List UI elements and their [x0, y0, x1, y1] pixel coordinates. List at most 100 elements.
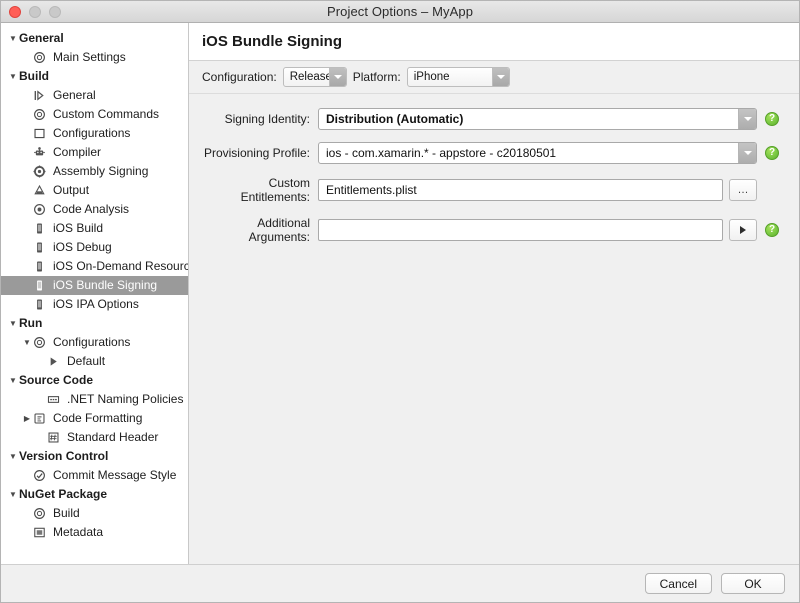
sidebar-item-label: iOS IPA Options — [53, 295, 139, 314]
custom-entitlements-browse-button[interactable]: … — [729, 179, 757, 201]
sidebar-item-label: General — [19, 29, 64, 48]
signing-identity-help-icon[interactable]: ? — [765, 112, 779, 126]
signing-identity-value: Distribution (Automatic) — [319, 112, 738, 126]
disclosure-spacer: ▼ — [21, 510, 33, 518]
chevron-down-icon — [329, 68, 346, 86]
disclosure-spacer: ▼ — [21, 263, 33, 271]
disclosure-triangle-down-icon[interactable]: ▼ — [7, 377, 19, 385]
cancel-button[interactable]: Cancel — [645, 573, 712, 594]
sidebar-item-ios-debug[interactable]: ▼iOS Debug — [1, 238, 188, 257]
sidebar-item-run[interactable]: ▼Run — [1, 314, 188, 333]
sidebar-item-default[interactable]: ▼Default — [1, 352, 188, 371]
additional-arguments-row: Additional Arguments: ? — [202, 216, 779, 244]
main-pane: iOS Bundle Signing Configuration: Releas… — [189, 23, 799, 564]
traffic-light-group — [9, 6, 61, 18]
sidebar-item-output[interactable]: ▼Output — [1, 181, 188, 200]
disclosure-triangle-down-icon[interactable]: ▼ — [21, 339, 33, 347]
sidebar-item-custom-commands[interactable]: ▼Custom Commands — [1, 105, 188, 124]
sidebar-item-ios-bundle-signing[interactable]: ▼iOS Bundle Signing — [1, 276, 188, 295]
sidebar-item-ios-ipa-options[interactable]: ▼iOS IPA Options — [1, 295, 188, 314]
additional-arguments-label: Additional Arguments: — [202, 216, 318, 244]
sidebar-item-label: Default — [67, 352, 105, 371]
disclosure-triangle-down-icon[interactable]: ▼ — [7, 320, 19, 328]
disclosure-spacer: ▼ — [21, 168, 33, 176]
sidebar-item-assembly-signing[interactable]: ▼Assembly Signing — [1, 162, 188, 181]
disclosure-triangle-down-icon[interactable]: ▼ — [7, 73, 19, 81]
sidebar-item-code-analysis[interactable]: ▼Code Analysis — [1, 200, 188, 219]
disclosure-triangle-down-icon[interactable]: ▼ — [7, 35, 19, 43]
sidebar-item-standard-header[interactable]: ▼ Standard Header — [1, 428, 188, 447]
disclosure-triangle-right-icon[interactable]: ▶ — [21, 415, 33, 423]
close-window-icon[interactable] — [9, 6, 21, 18]
additional-arguments-expand-button[interactable] — [729, 219, 757, 241]
sidebar-item-build[interactable]: ▼ Build — [1, 504, 188, 523]
disclosure-spacer: ▼ — [35, 434, 47, 442]
provisioning-profile-row: Provisioning Profile: ios - com.xamarin.… — [202, 142, 779, 164]
sidebar-item-ios-on-demand-resources[interactable]: ▼iOS On-Demand Resources — [1, 257, 188, 276]
sidebar-item-configurations[interactable]: ▼ Configurations — [1, 333, 188, 352]
configuration-dropdown[interactable]: Release — [283, 67, 347, 87]
disclosure-spacer: ▼ — [21, 149, 33, 157]
signing-identity-label: Signing Identity: — [202, 112, 318, 126]
sidebar-item-label: Build — [53, 504, 80, 523]
provisioning-profile-help-icon[interactable]: ? — [765, 146, 779, 160]
sidebar-item-metadata[interactable]: ▼Metadata — [1, 523, 188, 542]
sidebar-item-net-naming-policies[interactable]: ▼ .NET Naming Policies — [1, 390, 188, 409]
disclosure-triangle-down-icon[interactable]: ▼ — [7, 491, 19, 499]
sidebar-item-general[interactable]: ▼General — [1, 86, 188, 105]
sidebar-item-label: Configurations — [53, 333, 130, 352]
sidebar-item-configurations[interactable]: ▼ Configurations — [1, 124, 188, 143]
sidebar-item-version-control[interactable]: ▼Version Control — [1, 447, 188, 466]
disclosure-triangle-down-icon[interactable]: ▼ — [7, 453, 19, 461]
additional-arguments-input[interactable] — [318, 219, 723, 241]
device-icon — [33, 260, 49, 274]
header-icon — [47, 431, 63, 445]
sidebar-item-label: Standard Header — [67, 428, 158, 447]
dialog-footer: Cancel OK — [1, 564, 799, 602]
disclosure-spacer: ▼ — [21, 130, 33, 138]
provisioning-profile-dropdown[interactable]: ios - com.xamarin.* - appstore - c201805… — [318, 142, 757, 164]
sidebar-item-label: iOS Debug — [53, 238, 112, 257]
gear-icon — [33, 51, 49, 65]
chevron-down-icon — [738, 143, 756, 163]
sidebar-item-label: .NET Naming Policies — [67, 390, 183, 409]
pane-header: iOS Bundle Signing — [189, 23, 799, 61]
additional-arguments-help-icon[interactable]: ? — [765, 223, 779, 237]
platform-dropdown[interactable]: iPhone — [407, 67, 510, 87]
chevron-down-icon — [738, 109, 756, 129]
sidebar-item-nuget-package[interactable]: ▼NuGet Package — [1, 485, 188, 504]
maximize-window-icon[interactable] — [49, 6, 61, 18]
sidebar-item-general[interactable]: ▼General — [1, 29, 188, 48]
sidebar-item-build[interactable]: ▼Build — [1, 67, 188, 86]
signing-identity-dropdown[interactable]: Distribution (Automatic) — [318, 108, 757, 130]
custom-entitlements-input[interactable]: Entitlements.plist — [318, 179, 723, 201]
compiler-icon — [33, 146, 49, 160]
sidebar-item-label: iOS Bundle Signing — [53, 276, 157, 295]
sidebar-item-compiler[interactable]: ▼Compiler — [1, 143, 188, 162]
sidebar-item-commit-message-style[interactable]: ▼Commit Message Style — [1, 466, 188, 485]
provisioning-profile-value: ios - com.xamarin.* - appstore - c201805… — [319, 146, 738, 160]
sidebar-item-label: iOS Build — [53, 219, 103, 238]
gear-icon — [33, 507, 49, 521]
sidebar-item-main-settings[interactable]: ▼Main Settings — [1, 48, 188, 67]
platform-value: iPhone — [414, 71, 456, 83]
disclosure-spacer: ▼ — [21, 529, 33, 537]
sidebar-item-label: Commit Message Style — [53, 466, 176, 485]
sidebar-item-ios-build[interactable]: ▼iOS Build — [1, 219, 188, 238]
window-title: Project Options – MyApp — [1, 4, 799, 19]
sidebar-item-code-formatting[interactable]: ▶Code Formatting — [1, 409, 188, 428]
metadata-icon — [33, 526, 49, 540]
sidebar-item-label: Configurations — [53, 124, 130, 143]
custom-entitlements-value: Entitlements.plist — [326, 183, 417, 197]
settings-sidebar[interactable]: ▼General▼Main Settings▼Build▼General▼Cus… — [1, 23, 189, 564]
disclosure-spacer: ▼ — [35, 396, 47, 404]
build-general-icon — [33, 89, 49, 103]
sidebar-item-label: Version Control — [19, 447, 108, 466]
format-icon — [33, 412, 49, 426]
signing-identity-row: Signing Identity: Distribution (Automati… — [202, 108, 779, 130]
sidebar-item-label: Source Code — [19, 371, 93, 390]
device-icon — [33, 222, 49, 236]
ok-button[interactable]: OK — [721, 573, 785, 594]
sidebar-item-source-code[interactable]: ▼Source Code — [1, 371, 188, 390]
minimize-window-icon[interactable] — [29, 6, 41, 18]
